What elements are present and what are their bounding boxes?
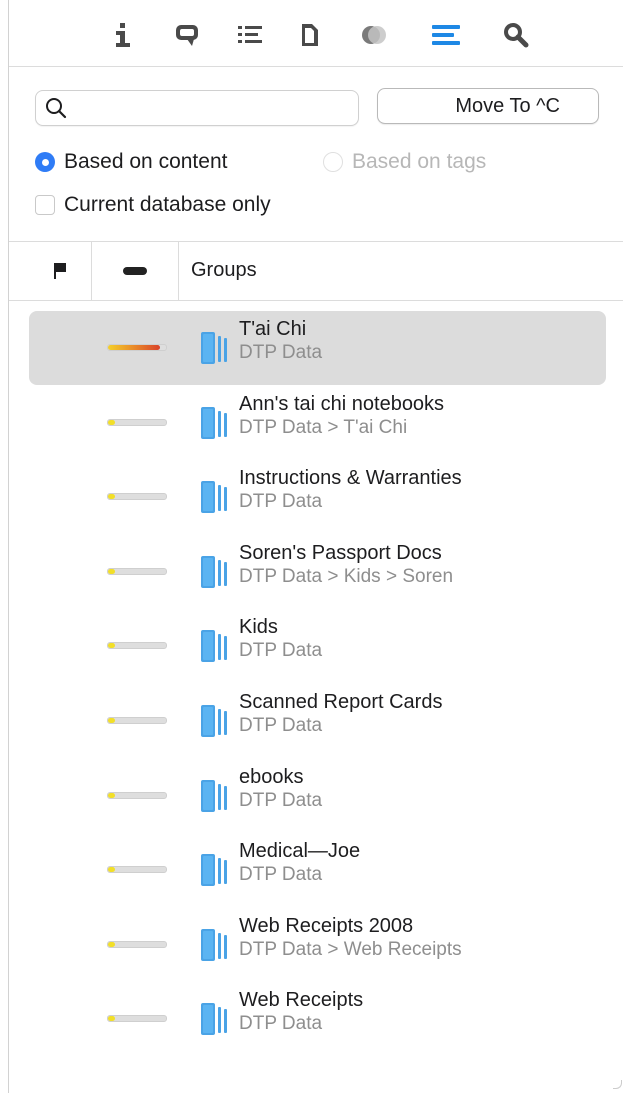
group-row[interactable]: Instructions & Warranties DTP Data bbox=[9, 459, 623, 534]
move-to-button[interactable]: Move To ^C bbox=[377, 88, 599, 124]
group-path: DTP Data bbox=[239, 342, 323, 363]
magnifier-icon bbox=[44, 96, 68, 125]
score-bar-fill bbox=[108, 345, 161, 350]
group-name: Kids bbox=[239, 616, 278, 639]
see-also-icon[interactable] bbox=[431, 20, 461, 50]
group-path: DTP Data bbox=[239, 491, 323, 513]
group-icon bbox=[201, 1003, 229, 1040]
based-on-content-option[interactable]: Based on content bbox=[35, 147, 227, 177]
search-icon[interactable] bbox=[501, 20, 531, 50]
based-on-content-label: Based on content bbox=[64, 150, 228, 173]
group-row[interactable]: Medical—Joe DTP Data bbox=[9, 832, 623, 907]
inspector-panel: Move To ^C Based on content Based on tag… bbox=[8, 0, 623, 1093]
search-field[interactable] bbox=[35, 90, 359, 126]
comment-icon[interactable] bbox=[172, 20, 202, 50]
group-path: DTP Data bbox=[239, 864, 323, 886]
group-name: T'ai Chi bbox=[239, 318, 307, 340]
score-bar bbox=[107, 493, 167, 501]
group-path: DTP Data bbox=[239, 789, 323, 811]
group-icon bbox=[201, 779, 229, 817]
group-icon bbox=[201, 630, 229, 667]
groups-column-header[interactable]: Groups bbox=[191, 259, 257, 282]
group-path: DTP Data > Web Receipts bbox=[239, 938, 462, 960]
group-name: Ann's tai chi notebooks bbox=[239, 392, 445, 415]
group-row[interactable]: Web Receipts DTP Data bbox=[9, 981, 623, 1056]
score-bar-fill bbox=[108, 419, 115, 425]
group-row[interactable]: Ann's tai chi notebooks DTP Data > T'ai C… bbox=[9, 385, 623, 460]
group-name: ebooks bbox=[239, 765, 304, 788]
group-row[interactable]: ebooks DTP Data bbox=[9, 758, 623, 833]
score-bar bbox=[107, 642, 167, 650]
group-row[interactable]: Kids DTP Data bbox=[9, 608, 623, 683]
radio-unselected[interactable] bbox=[323, 152, 343, 172]
group-path: DTP Data bbox=[239, 1013, 323, 1035]
resize-handle[interactable] bbox=[613, 1080, 622, 1089]
group-icon bbox=[201, 332, 229, 369]
group-row[interactable]: T'ai Chi DTP Data bbox=[9, 310, 623, 385]
group-name: Scanned Report Cards bbox=[239, 690, 443, 713]
group-icon bbox=[201, 704, 229, 742]
group-icon bbox=[201, 406, 229, 444]
group-row[interactable]: Web Receipts 2008 DTP Data > Web Receipts bbox=[9, 907, 623, 982]
group-path: DTP Data > Kids > Soren bbox=[239, 565, 454, 587]
current-database-label: Current database only bbox=[64, 193, 271, 216]
inspector-toolbar bbox=[9, 0, 623, 67]
group-path: DTP Data bbox=[239, 714, 323, 736]
group-name: Instructions & Warranties bbox=[239, 467, 462, 490]
group-row[interactable]: Soren's Passport Docs DTP Data > Kids > S… bbox=[9, 534, 623, 609]
score-bar-fill bbox=[108, 568, 115, 574]
group-name: Medical—Joe bbox=[239, 840, 361, 863]
score-bar bbox=[107, 567, 167, 575]
score-bar bbox=[107, 866, 167, 874]
score-column-icon[interactable] bbox=[123, 267, 147, 275]
group-list: T'ai Chi DTP Data Ann's tai chi notebooks D… bbox=[9, 310, 623, 1056]
group-icon bbox=[201, 481, 229, 518]
group-name: Soren's Passport Docs bbox=[239, 541, 442, 564]
based-on-tags-label: Based on tags bbox=[352, 150, 487, 173]
document-icon[interactable] bbox=[295, 20, 325, 50]
based-on-tags-option[interactable]: Based on tags bbox=[323, 147, 486, 177]
score-bar bbox=[107, 716, 167, 724]
score-bar-fill bbox=[108, 867, 115, 873]
flag-icon[interactable] bbox=[53, 262, 69, 285]
radio-selected[interactable] bbox=[35, 152, 55, 172]
search-input[interactable] bbox=[76, 95, 350, 121]
group-icon bbox=[201, 854, 229, 891]
info-icon[interactable] bbox=[108, 20, 138, 50]
score-bar bbox=[107, 418, 167, 426]
list-icon[interactable] bbox=[235, 20, 265, 50]
score-bar-fill bbox=[108, 792, 115, 798]
score-bar-fill bbox=[108, 643, 115, 649]
group-path: DTP Data > T'ai Chi bbox=[239, 416, 408, 438]
score-bar-fill bbox=[108, 1016, 115, 1022]
score-bar bbox=[107, 344, 167, 351]
score-bar bbox=[107, 791, 167, 799]
column-header: Groups bbox=[9, 241, 623, 301]
annotation-icon[interactable] bbox=[359, 20, 389, 50]
group-icon bbox=[201, 928, 229, 966]
group-path: DTP Data bbox=[239, 640, 323, 662]
group-icon bbox=[201, 555, 229, 593]
current-database-checkbox[interactable] bbox=[35, 195, 55, 215]
group-name: Web Receipts bbox=[239, 989, 364, 1012]
score-bar-fill bbox=[108, 941, 115, 947]
group-row[interactable]: Scanned Report Cards DTP Data bbox=[9, 683, 623, 758]
current-database-option[interactable]: Current database only bbox=[35, 190, 271, 220]
score-bar-fill bbox=[108, 717, 115, 723]
score-bar-fill bbox=[108, 494, 115, 500]
group-name: Web Receipts 2008 bbox=[239, 914, 414, 937]
score-bar bbox=[107, 940, 167, 948]
score-bar bbox=[107, 1015, 167, 1023]
